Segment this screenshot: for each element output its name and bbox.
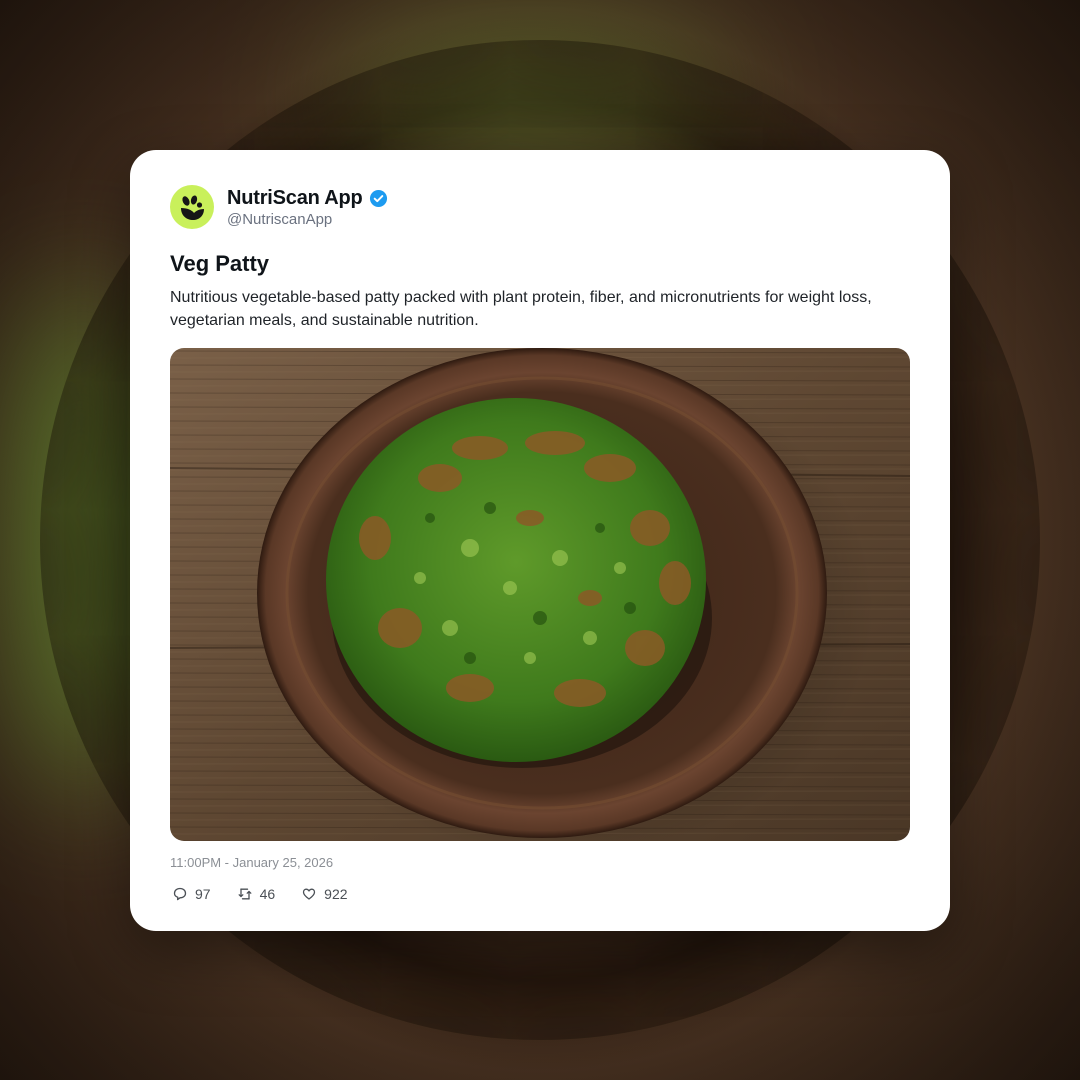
avatar[interactable]	[170, 185, 214, 229]
repost-count: 46	[259, 886, 276, 902]
post-timestamp: 11:00PM - January 25, 2026	[170, 855, 334, 870]
post-header: NutriScan App @NutriscanApp	[170, 184, 910, 230]
post-actions: 97 46 922	[170, 886, 910, 902]
post-title: Veg Patty	[170, 251, 270, 276]
verified-badge-icon	[369, 189, 388, 208]
leaf-seed-logo-icon	[181, 195, 204, 220]
repost-button[interactable]: 46	[235, 886, 276, 902]
like-count: 922	[324, 886, 348, 902]
name-row: NutriScan App	[227, 186, 388, 210]
like-button[interactable]: 922	[299, 886, 348, 902]
comment-icon	[173, 887, 187, 901]
veg-patty-photo[interactable]	[170, 348, 910, 841]
heart-icon	[302, 887, 316, 901]
account-handle[interactable]: @NutriscanApp	[227, 211, 388, 228]
reply-count: 97	[195, 886, 211, 902]
repost-icon	[238, 887, 252, 901]
reply-button[interactable]: 97	[170, 886, 211, 902]
post-body: Nutritious vegetable-based patty packed …	[170, 289, 872, 329]
post-card: NutriScan App @NutriscanApp Veg Patty Nu…	[130, 150, 950, 931]
account-identity: NutriScan App @NutriscanApp	[227, 186, 388, 228]
display-name[interactable]: NutriScan App	[227, 187, 363, 210]
